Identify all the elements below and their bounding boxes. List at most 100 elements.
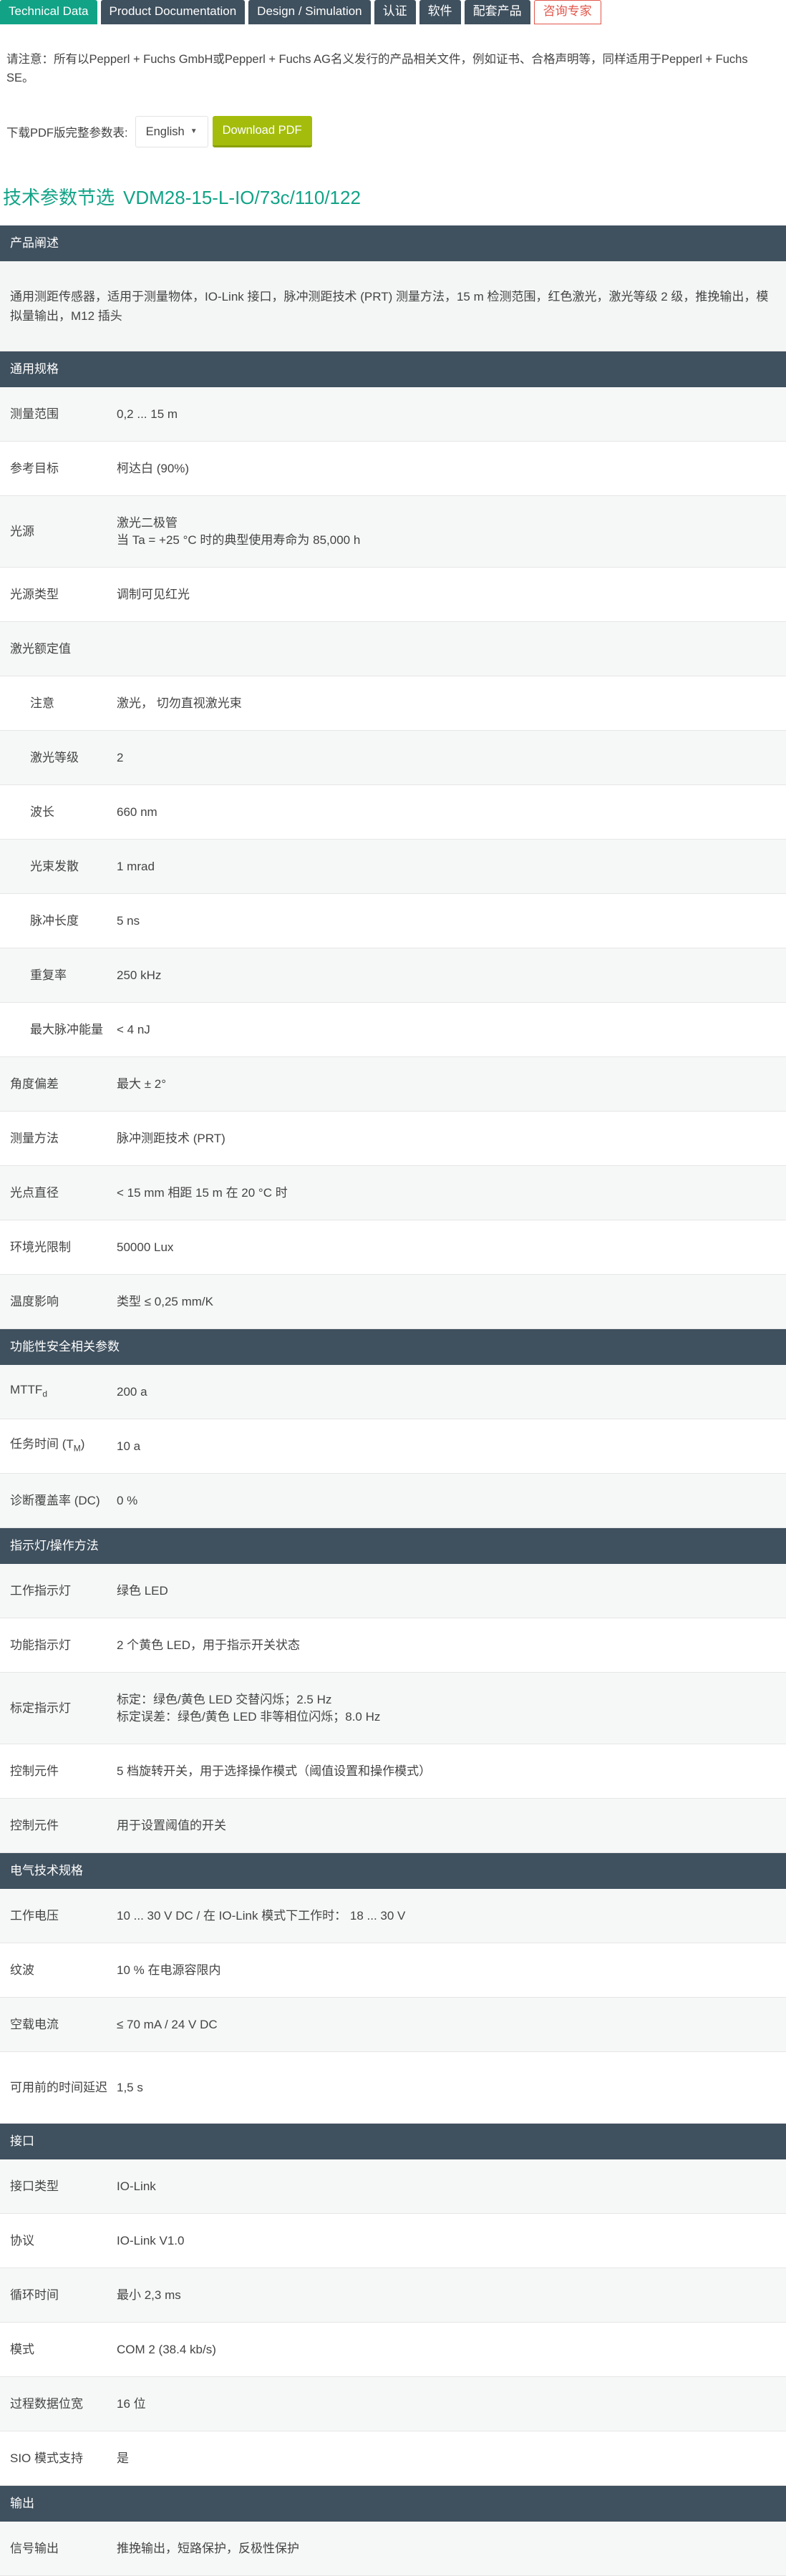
language-select-value: English xyxy=(145,125,185,138)
spec-value-line: 柯达白 (90%) xyxy=(117,461,190,475)
spec-value: < 15 mm 相距 15 m 在 20 °C 时 xyxy=(117,1185,786,1202)
spec-row: 重复率 250 kHz xyxy=(0,948,786,1003)
spec-key-text: 诊断覆盖率 (DC) xyxy=(10,1493,100,1507)
spec-value: < 4 nJ xyxy=(117,1021,786,1039)
spec-key: 温度影响 xyxy=(0,1293,117,1311)
spec-value: 10 ... 30 V DC / 在 IO-Link 模式下工作时： 18 ..… xyxy=(117,1907,786,1925)
spec-value: 5 ns xyxy=(117,913,786,930)
spec-key-text: 注意 xyxy=(30,696,54,710)
spec-value: 1,5 s xyxy=(117,2079,786,2096)
spec-value: 660 nm xyxy=(117,804,786,821)
spec-key-suffix: ) xyxy=(80,1437,85,1451)
spec-table: 接口类型 IO-Link 协议 IO-Link V1.0 循环时间 最小 2,3 ms 模式… xyxy=(0,2159,786,2486)
spec-table: 信号输出 推挽输出，短路保护，反极性保护 xyxy=(0,2522,786,2576)
spec-value-line: IO-Link xyxy=(117,2179,156,2193)
spec-key-text: 任务时间 (T xyxy=(10,1437,74,1451)
spec-value-line: 0 % xyxy=(117,1493,138,1507)
spec-key: 光点直径 xyxy=(0,1185,117,1202)
tab-software[interactable]: 软件 xyxy=(419,0,461,24)
tab-design-simulation[interactable]: Design / Simulation xyxy=(248,0,371,24)
spec-value-line: 250 kHz xyxy=(117,968,162,982)
section-header: 指示灯/操作方法 xyxy=(0,1528,786,1564)
spec-key-text: 光源类型 xyxy=(10,587,59,601)
spec-value: 10 % 在电源容限内 xyxy=(117,1962,786,1979)
spec-key-text: 光点直径 xyxy=(10,1185,59,1200)
spec-key: 协议 xyxy=(0,2232,117,2250)
spec-row: 标定指示灯 标定：绿色/黄色 LED 交替闪烁；2.5 Hz 标定误差：绿色/黄色 … xyxy=(0,1673,786,1744)
spec-key-subscript: d xyxy=(42,1389,48,1399)
spec-key-text: 环境光限制 xyxy=(10,1240,71,1254)
tab-technical-data[interactable]: Technical Data xyxy=(0,0,97,24)
spec-key: 光束发散 xyxy=(0,858,117,875)
spec-value: 用于设置阈值的开关 xyxy=(117,1817,786,1834)
spec-row: 空载电流 ≤ 70 mA / 24 V DC xyxy=(0,1998,786,2052)
spec-row: 功能指示灯 2 个黄色 LED，用于指示开关状态 xyxy=(0,1618,786,1673)
spec-key: 测量范围 xyxy=(0,406,117,423)
spec-value-line: ≤ 70 mA / 24 V DC xyxy=(117,2017,218,2031)
spec-key-text: 光束发散 xyxy=(30,859,79,873)
spec-key: 任务时间 (TM) xyxy=(0,1436,117,1457)
spec-row: 控制元件 用于设置阈值的开关 xyxy=(0,1799,786,1853)
tab-product-documentation[interactable]: Product Documentation xyxy=(100,0,246,24)
spec-row: 工作指示灯 绿色 LED xyxy=(0,1564,786,1618)
spec-sections: 产品阐述 通用测距传感器，适用于测量物体，IO-Link 接口，脉冲测距技术 (P… xyxy=(0,225,786,2576)
spec-key: 测量方法 xyxy=(0,1130,117,1147)
tab-accessories[interactable]: 配套产品 xyxy=(464,0,530,24)
download-label: 下载PDF版完整参数表: xyxy=(6,127,128,140)
spec-value-line: 最大 ± 2° xyxy=(117,1076,167,1091)
spec-value: 激光， 切勿直视激光束 xyxy=(117,695,786,712)
spec-key-text: 工作指示灯 xyxy=(10,1583,71,1598)
spec-key: 工作电压 xyxy=(0,1907,117,1925)
spec-key-text: 脉冲长度 xyxy=(30,913,79,928)
spec-key: 最大脉冲能量 xyxy=(0,1021,117,1039)
spec-row: MTTFd 200 a xyxy=(0,1365,786,1419)
spec-key: 可用前的时间延迟 xyxy=(0,2079,117,2096)
spec-key: 空载电流 xyxy=(0,2016,117,2033)
spec-row: 最大脉冲能量 < 4 nJ xyxy=(0,1003,786,1057)
spec-value: IO-Link xyxy=(117,2178,786,2195)
section-header: 通用规格 xyxy=(0,351,786,387)
spec-value-line: < 4 nJ xyxy=(117,1022,150,1036)
spec-value-line: 类型 ≤ 0,25 mm/K xyxy=(117,1294,213,1308)
tab-ask-expert[interactable]: 咨询专家 xyxy=(533,0,601,24)
chevron-down-icon: ▼ xyxy=(190,127,198,135)
spec-value-line: 0,2 ... 15 m xyxy=(117,407,178,421)
spec-value-line: 2 个黄色 LED，用于指示开关状态 xyxy=(117,1638,300,1652)
spec-value-line: 5 档旋转开关，用于选择操作模式（阈值设置和操作模式） xyxy=(117,1764,432,1778)
spec-key: 工作指示灯 xyxy=(0,1583,117,1600)
spec-value-line: 用于设置阈值的开关 xyxy=(117,1818,226,1832)
spec-value-line: 是 xyxy=(117,2451,129,2465)
spec-key-text: 纹波 xyxy=(10,1963,34,1977)
spec-value: IO-Link V1.0 xyxy=(117,2232,786,2250)
spec-value: 脉冲测距技术 (PRT) xyxy=(117,1130,786,1147)
language-select[interactable]: English ▼ xyxy=(135,116,208,147)
spec-key: 波长 xyxy=(0,804,117,821)
download-pdf-button[interactable]: Download PDF xyxy=(212,116,312,147)
spec-value-line: < 15 mm 相距 15 m 在 20 °C 时 xyxy=(117,1185,288,1200)
spec-value-line: 50000 Lux xyxy=(117,1240,174,1254)
tab-certification[interactable]: 认证 xyxy=(374,0,416,24)
spec-key-text: SIO 模式支持 xyxy=(10,2451,84,2465)
spec-key-text: 温度影响 xyxy=(10,1294,59,1308)
spec-key-text: 功能指示灯 xyxy=(10,1638,71,1652)
spec-value-line: 激光二极管 xyxy=(117,515,178,530)
spec-row: 光点直径 < 15 mm 相距 15 m 在 20 °C 时 xyxy=(0,1166,786,1220)
spec-value-line: 1,5 s xyxy=(117,2080,143,2094)
spec-value-line: 10 a xyxy=(117,1439,141,1453)
spec-row: 激光等级 2 xyxy=(0,731,786,785)
spec-key: 信号输出 xyxy=(0,2540,117,2557)
spec-value: 10 a xyxy=(117,1438,786,1455)
page-title: 技术参数节选 VDM28-15-L-IO/73c/110/122 xyxy=(3,183,369,210)
spec-value: 是 xyxy=(117,2450,786,2467)
spec-value-line: 调制可见红光 xyxy=(117,587,190,601)
spec-row: 测量方法 脉冲测距技术 (PRT) xyxy=(0,1112,786,1166)
spec-row: 激光额定值 xyxy=(0,622,786,676)
spec-key: 注意 xyxy=(0,695,117,712)
spec-value: 2 xyxy=(117,749,786,767)
page-title-model: VDM28-15-L-IO/73c/110/122 xyxy=(123,187,361,208)
spec-row: 接口类型 IO-Link xyxy=(0,2159,786,2214)
download-row: 下载PDF版完整参数表: English ▼ Download PDF xyxy=(6,116,312,147)
spec-key-text: 角度偏差 xyxy=(10,1076,59,1091)
spec-value: 50000 Lux xyxy=(117,1239,786,1256)
spec-key: 控制元件 xyxy=(0,1817,117,1834)
